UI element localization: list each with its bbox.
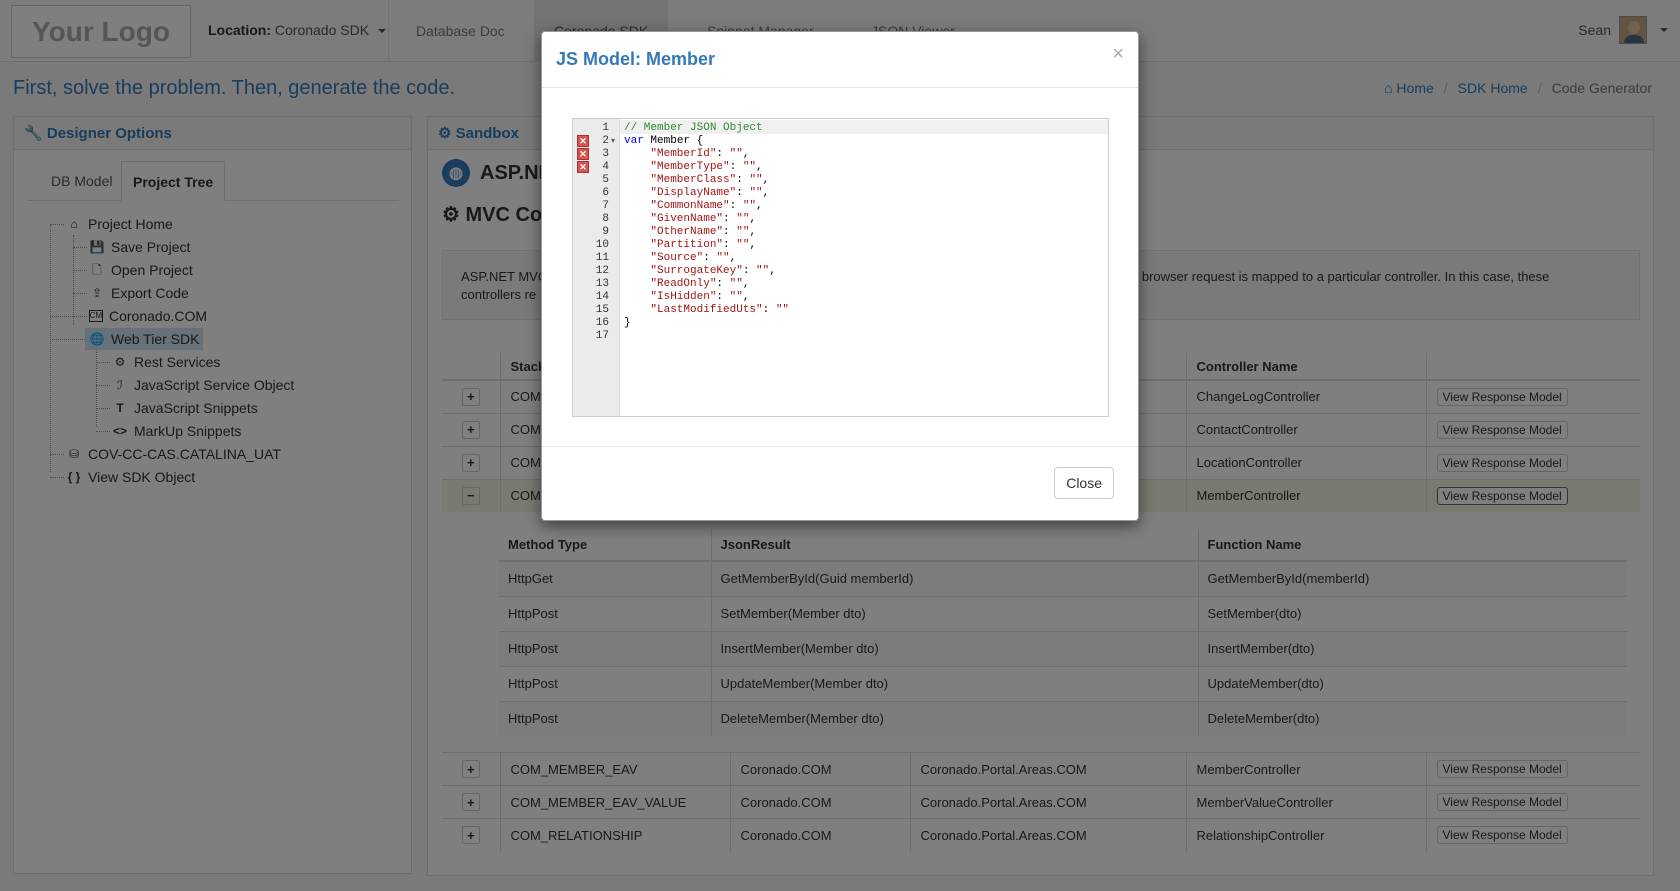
close-button[interactable]: Close [1054,467,1114,499]
code-line: "CommonName": "", [650,200,763,212]
code-editor[interactable]: 1// Member JSON Object 2 ✕ ▾ var Member {3 ✕ … [572,118,1109,417]
line-number: 14 [595,291,609,303]
line-number: 6 [602,187,609,199]
code-line: "MemberType": "", [650,161,763,173]
line-number: 17 [595,330,609,342]
close-icon[interactable]: × [1112,44,1124,64]
error-marker-icon[interactable]: ✕ [577,161,589,173]
line-number: 1 [602,122,609,134]
line-number: 5 [602,174,609,186]
code-line: "MemberClass": "", [650,174,770,186]
line-number: 10 [595,239,609,251]
code-line: "IsHidden": "", [650,291,750,303]
js-model-dialog: JS Model: Member × 1 // Member JSON Objec… [541,31,1139,521]
code-line: "DisplayName": "", [650,187,770,199]
code-line: "LastModifiedUts": "" [650,304,790,316]
line-number: 15 [595,304,609,316]
line-number: 8 [602,213,609,225]
modal-title: JS Model: Member [556,49,716,69]
code-line: "OtherName": "", [650,226,757,238]
line-number: 13 [595,278,609,290]
code-line: // Member JSON Object [624,122,763,134]
line-number: 7 [602,200,609,212]
error-marker-icon[interactable]: ✕ [577,148,589,160]
code-line: "ReadOnly": "", [650,278,750,290]
code-line: "Source": "", [650,252,737,264]
modal-footer: Close [542,446,1138,520]
line-number: 11 [595,252,609,264]
error-marker-icon[interactable]: ✕ [577,135,589,147]
code-line: "SurrogateKey": "", [650,265,776,277]
line-number: 9 [602,226,609,238]
code-line: "GivenName": "", [650,213,757,225]
line-number: 16 [595,317,609,329]
code-line: "MemberId": "", [650,148,750,160]
line-number: 12 [595,265,609,277]
code-line: var Member { [624,135,704,147]
modal-header: JS Model: Member × [542,32,1138,88]
fold-toggle-icon[interactable]: ▾ [611,136,615,145]
code-line: "Partition": "", [650,239,757,251]
code-line: } [624,317,631,329]
